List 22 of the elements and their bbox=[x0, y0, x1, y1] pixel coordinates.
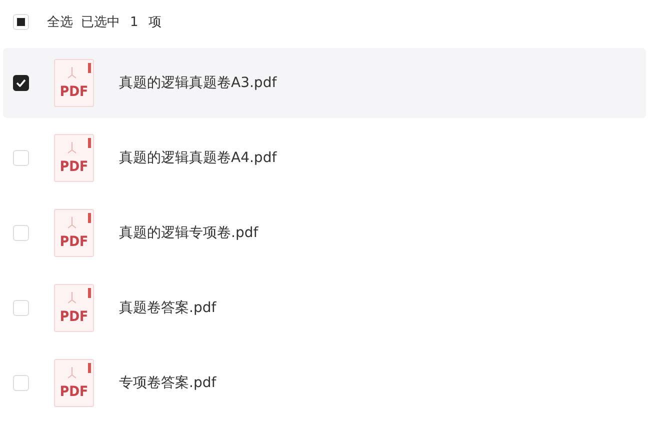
pdf-file-icon: PDF bbox=[54, 59, 94, 107]
file-row[interactable]: PDF 真题的逻辑专项卷.pdf bbox=[3, 198, 646, 268]
pdf-file-icon: PDF bbox=[54, 284, 94, 332]
file-name: 真题的逻辑真题卷A4.pdf bbox=[119, 149, 277, 167]
pdf-file-icon: PDF bbox=[54, 359, 94, 407]
file-name: 专项卷答案.pdf bbox=[119, 374, 216, 392]
unit-label: 项 bbox=[148, 14, 162, 31]
pdf-file-icon: PDF bbox=[54, 209, 94, 257]
checkbox[interactable] bbox=[13, 75, 29, 91]
file-name: 真题的逻辑真题卷A3.pdf bbox=[119, 74, 277, 92]
file-row[interactable]: PDF 真题的逻辑真题卷A3.pdf bbox=[3, 48, 646, 118]
selected-label: 已选中 bbox=[81, 14, 120, 31]
file-name: 真题卷答案.pdf bbox=[119, 299, 216, 317]
file-name: 真题的逻辑专项卷.pdf bbox=[119, 224, 258, 242]
select-all-checkbox[interactable] bbox=[13, 14, 29, 30]
checkmark-icon bbox=[16, 79, 26, 87]
selected-count: 1 bbox=[130, 14, 138, 30]
file-row[interactable]: PDF 真题的逻辑真题卷A4.pdf bbox=[3, 123, 646, 193]
select-all-label[interactable]: 全选 bbox=[47, 13, 73, 31]
file-row[interactable]: PDF 专项卷答案.pdf bbox=[3, 348, 646, 418]
file-row[interactable]: PDF 真题卷答案.pdf bbox=[3, 273, 646, 343]
pdf-file-icon: PDF bbox=[54, 134, 94, 182]
